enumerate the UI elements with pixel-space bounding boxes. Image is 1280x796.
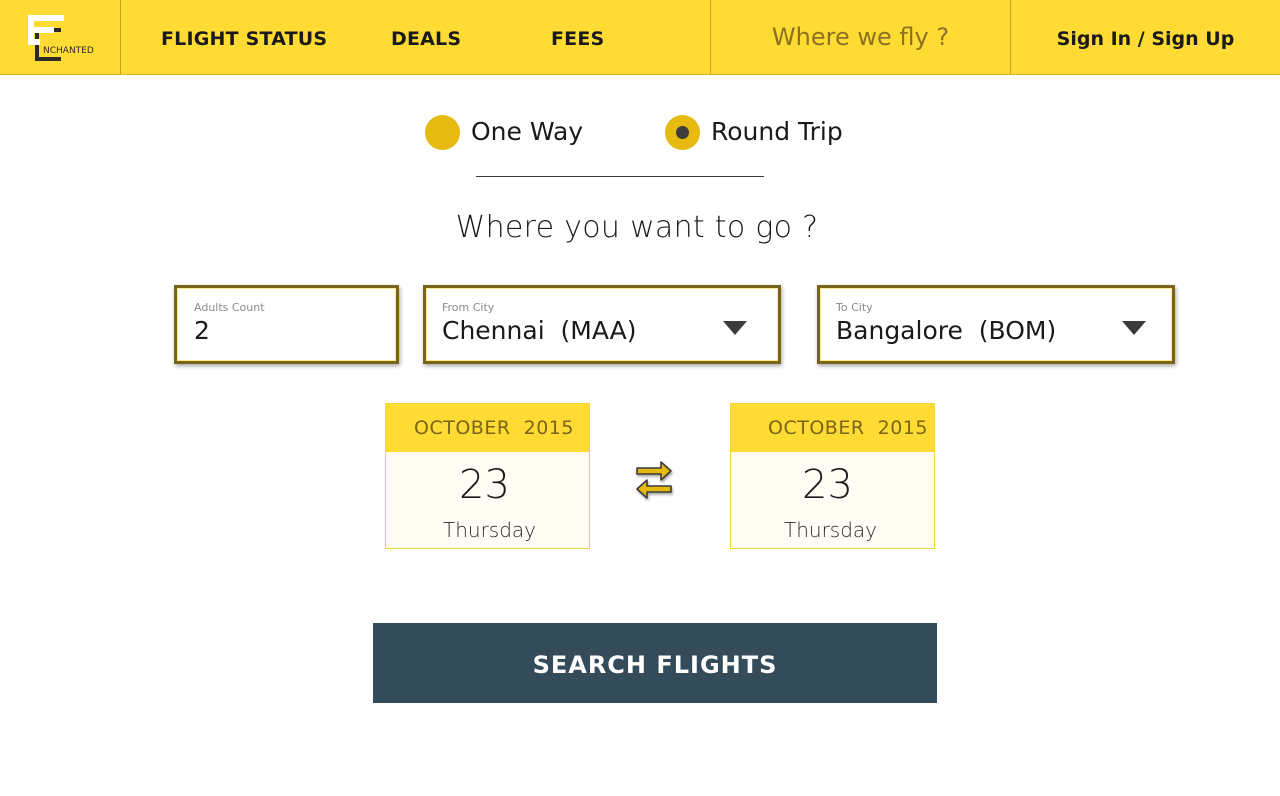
nav-deals[interactable]: DEALS — [391, 28, 461, 50]
nav-fees[interactable]: FEES — [551, 28, 604, 50]
from-city-select[interactable]: From City Chennai (MAA) — [423, 285, 781, 364]
where-we-fly-section: Where we fly ? — [710, 0, 1011, 74]
return-month: OCTOBER 2015 — [768, 417, 928, 439]
adults-count-field[interactable]: Adults Count 2 — [174, 285, 399, 364]
caret-down-icon[interactable] — [1122, 321, 1146, 335]
depart-month: OCTOBER 2015 — [414, 417, 574, 439]
search-flights-button[interactable]: SEARCH FLIGHTS — [373, 623, 937, 703]
depart-weekday: Thursday — [443, 518, 536, 542]
to-city-select[interactable]: To City Bangalore (BOM) — [817, 285, 1175, 364]
adults-count-value[interactable]: 2 — [194, 316, 210, 345]
top-header: NCHANTED FLIGHT STATUS DEALS FEES Where … — [0, 0, 1280, 75]
from-city-label: From City — [442, 301, 495, 314]
nav-flight-status[interactable]: FLIGHT STATUS — [161, 28, 327, 50]
return-date-header: OCTOBER 2015 — [731, 404, 934, 452]
logo-text: NCHANTED — [43, 46, 94, 56]
trip-type-divider — [476, 176, 764, 177]
caret-down-icon[interactable] — [723, 321, 747, 335]
one-way-label[interactable]: One Way — [471, 117, 583, 146]
round-trip-label[interactable]: Round Trip — [711, 117, 843, 146]
destination-prompt: Where you want to go ? — [455, 210, 819, 245]
depart-date-picker[interactable]: OCTOBER 2015 23 Thursday — [385, 403, 590, 549]
to-city-label: To City — [836, 301, 873, 314]
depart-day: 23 — [459, 462, 510, 508]
return-weekday: Thursday — [784, 518, 877, 542]
swap-arrows-icon[interactable] — [633, 456, 675, 502]
from-city-value[interactable]: Chennai (MAA) — [442, 316, 637, 345]
one-way-radio[interactable] — [425, 115, 460, 150]
return-date-picker[interactable]: OCTOBER 2015 23 Thursday — [730, 403, 935, 549]
return-day: 23 — [802, 462, 853, 508]
to-city-value[interactable]: Bangalore (BOM) — [836, 316, 1056, 345]
adults-count-label: Adults Count — [194, 301, 265, 314]
sign-in-link[interactable]: Sign In / Sign Up — [1011, 28, 1280, 50]
where-we-fly-link[interactable]: Where we fly ? — [711, 23, 1010, 51]
logo[interactable]: NCHANTED — [0, 0, 121, 74]
round-trip-radio[interactable] — [665, 115, 700, 150]
depart-date-header: OCTOBER 2015 — [386, 404, 589, 452]
